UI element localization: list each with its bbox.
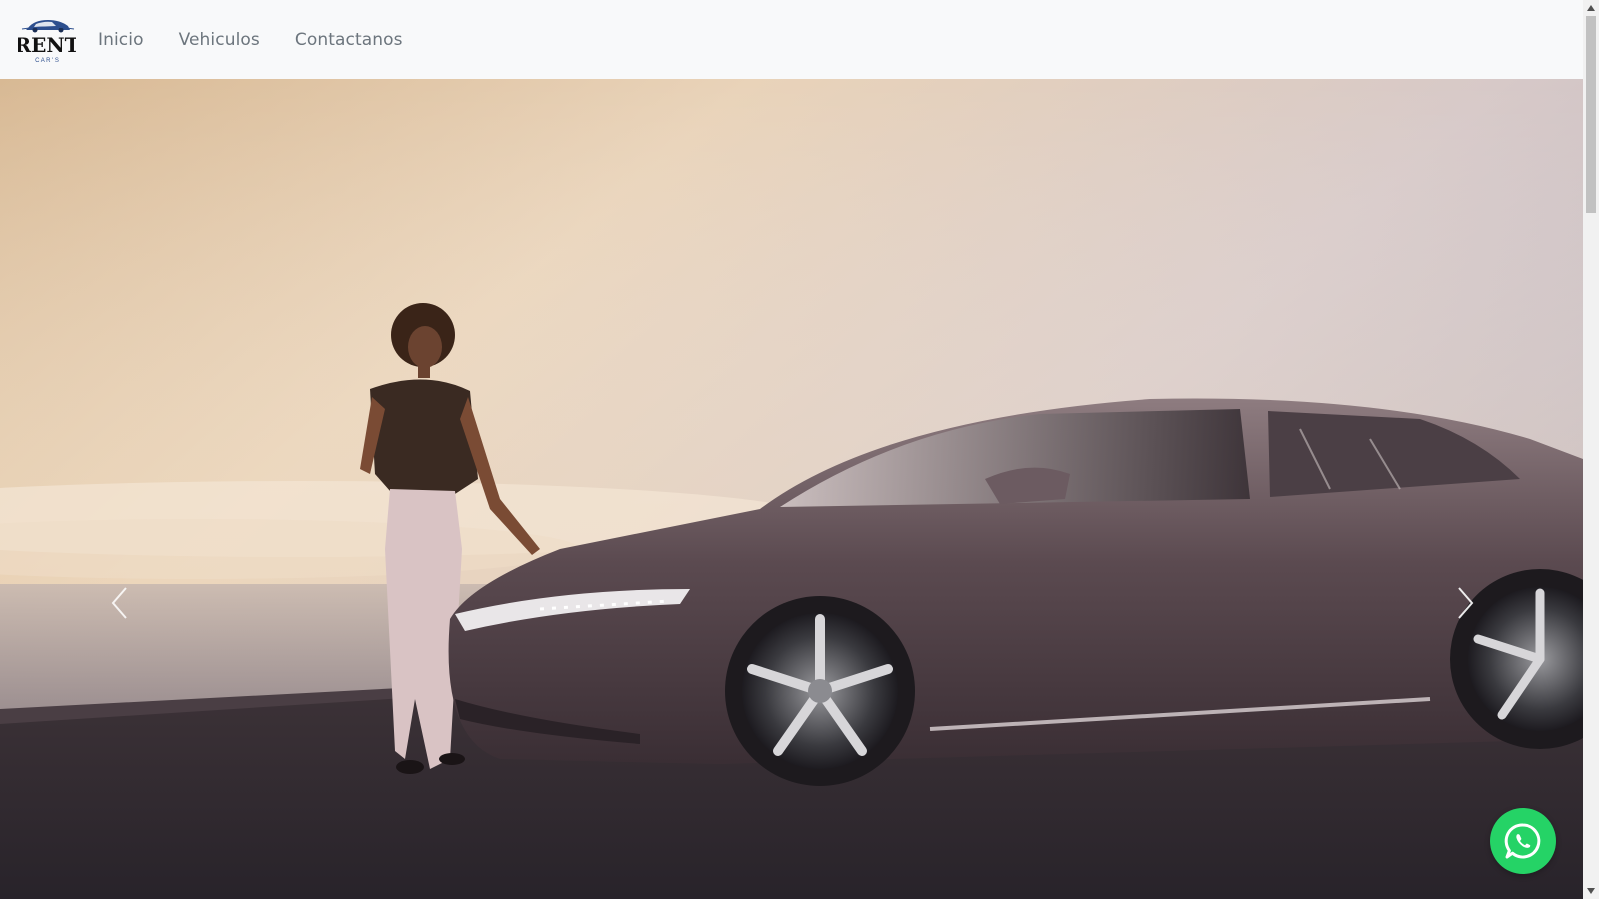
chevron-right-icon [1458, 587, 1474, 619]
scroll-up-arrow-icon[interactable] [1583, 0, 1599, 16]
brand-logo[interactable]: RENT C A R ' S [18, 14, 76, 66]
whatsapp-icon [1504, 823, 1541, 859]
scrollbar-thumb[interactable] [1586, 16, 1596, 213]
carousel-prev-button[interactable] [100, 579, 140, 627]
whatsapp-button[interactable] [1490, 808, 1556, 874]
carousel-next-button[interactable] [1445, 579, 1485, 627]
hero-image [0, 79, 1583, 899]
page: RENT C A R ' S Inicio Vehiculos Contacta… [0, 0, 1599, 899]
scroll-down-arrow-icon[interactable] [1583, 883, 1599, 899]
nav-link-vehiculos[interactable]: Vehiculos [179, 30, 260, 50]
page-scrollbar[interactable] [1583, 0, 1599, 899]
nav-link-contactanos[interactable]: Contactanos [295, 30, 403, 50]
rent-cars-logo: RENT C A R ' S [18, 19, 76, 64]
navbar: RENT C A R ' S Inicio Vehiculos Contacta… [0, 0, 1583, 79]
svg-text:RENT: RENT [18, 33, 76, 57]
nav-link-inicio[interactable]: Inicio [98, 30, 144, 50]
svg-text:C A R ' S: C A R ' S [35, 58, 59, 64]
hero-carousel [0, 79, 1583, 899]
chevron-left-icon [111, 587, 127, 619]
